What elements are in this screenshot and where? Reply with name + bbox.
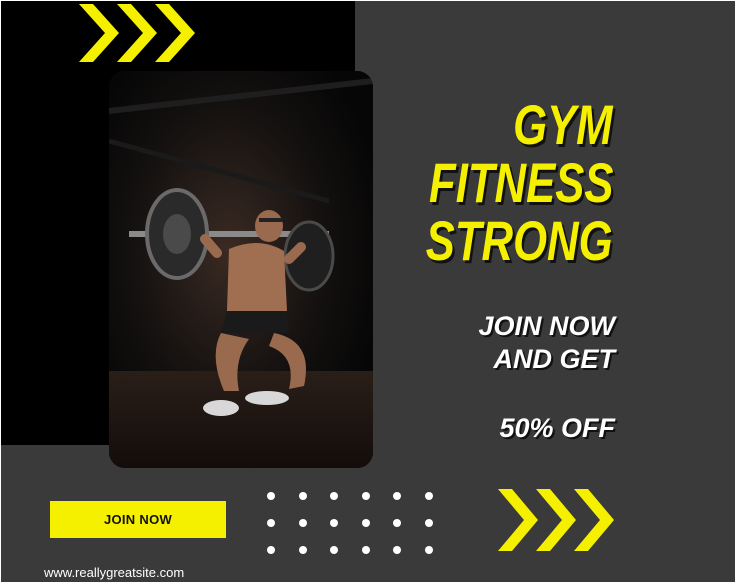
offer-line-2: AND GET xyxy=(493,344,616,374)
grid-dot xyxy=(298,492,307,500)
grid-dot xyxy=(330,546,338,554)
poster: GYM FITNESS STRONG JOIN NOW AND GET 50% … xyxy=(1,1,735,582)
grid-dot xyxy=(393,492,401,500)
grid-dot xyxy=(361,492,370,500)
grid-dot xyxy=(330,492,338,500)
grid-dot xyxy=(298,519,307,527)
grid-dot xyxy=(267,519,275,527)
chevrons-right-icon xyxy=(498,489,614,551)
grid-dot xyxy=(424,492,433,500)
grid-dot xyxy=(424,546,433,554)
headline-line-3: STRONG xyxy=(426,209,613,272)
offer-line-1: JOIN NOW xyxy=(478,311,615,341)
grid-dot xyxy=(393,519,401,527)
grid-dot xyxy=(267,492,275,500)
join-now-button[interactable]: JOIN NOW xyxy=(50,501,226,538)
grid-dot xyxy=(267,546,275,554)
chevrons-right-icon xyxy=(79,4,195,62)
headline-line-1: GYM xyxy=(513,93,613,156)
grid-dot xyxy=(298,546,307,554)
discount-text: 50% OFF xyxy=(499,413,615,443)
headline-line-2: FITNESS xyxy=(428,151,613,214)
grid-dot xyxy=(361,546,370,554)
dot-grid-icon xyxy=(267,492,443,562)
grid-dot xyxy=(330,519,338,527)
website-url[interactable]: www.reallygreatsite.com xyxy=(44,565,184,580)
athlete-photo xyxy=(109,71,373,468)
grid-dot xyxy=(361,519,370,527)
grid-dot xyxy=(393,546,401,554)
grid-dot xyxy=(424,519,433,527)
